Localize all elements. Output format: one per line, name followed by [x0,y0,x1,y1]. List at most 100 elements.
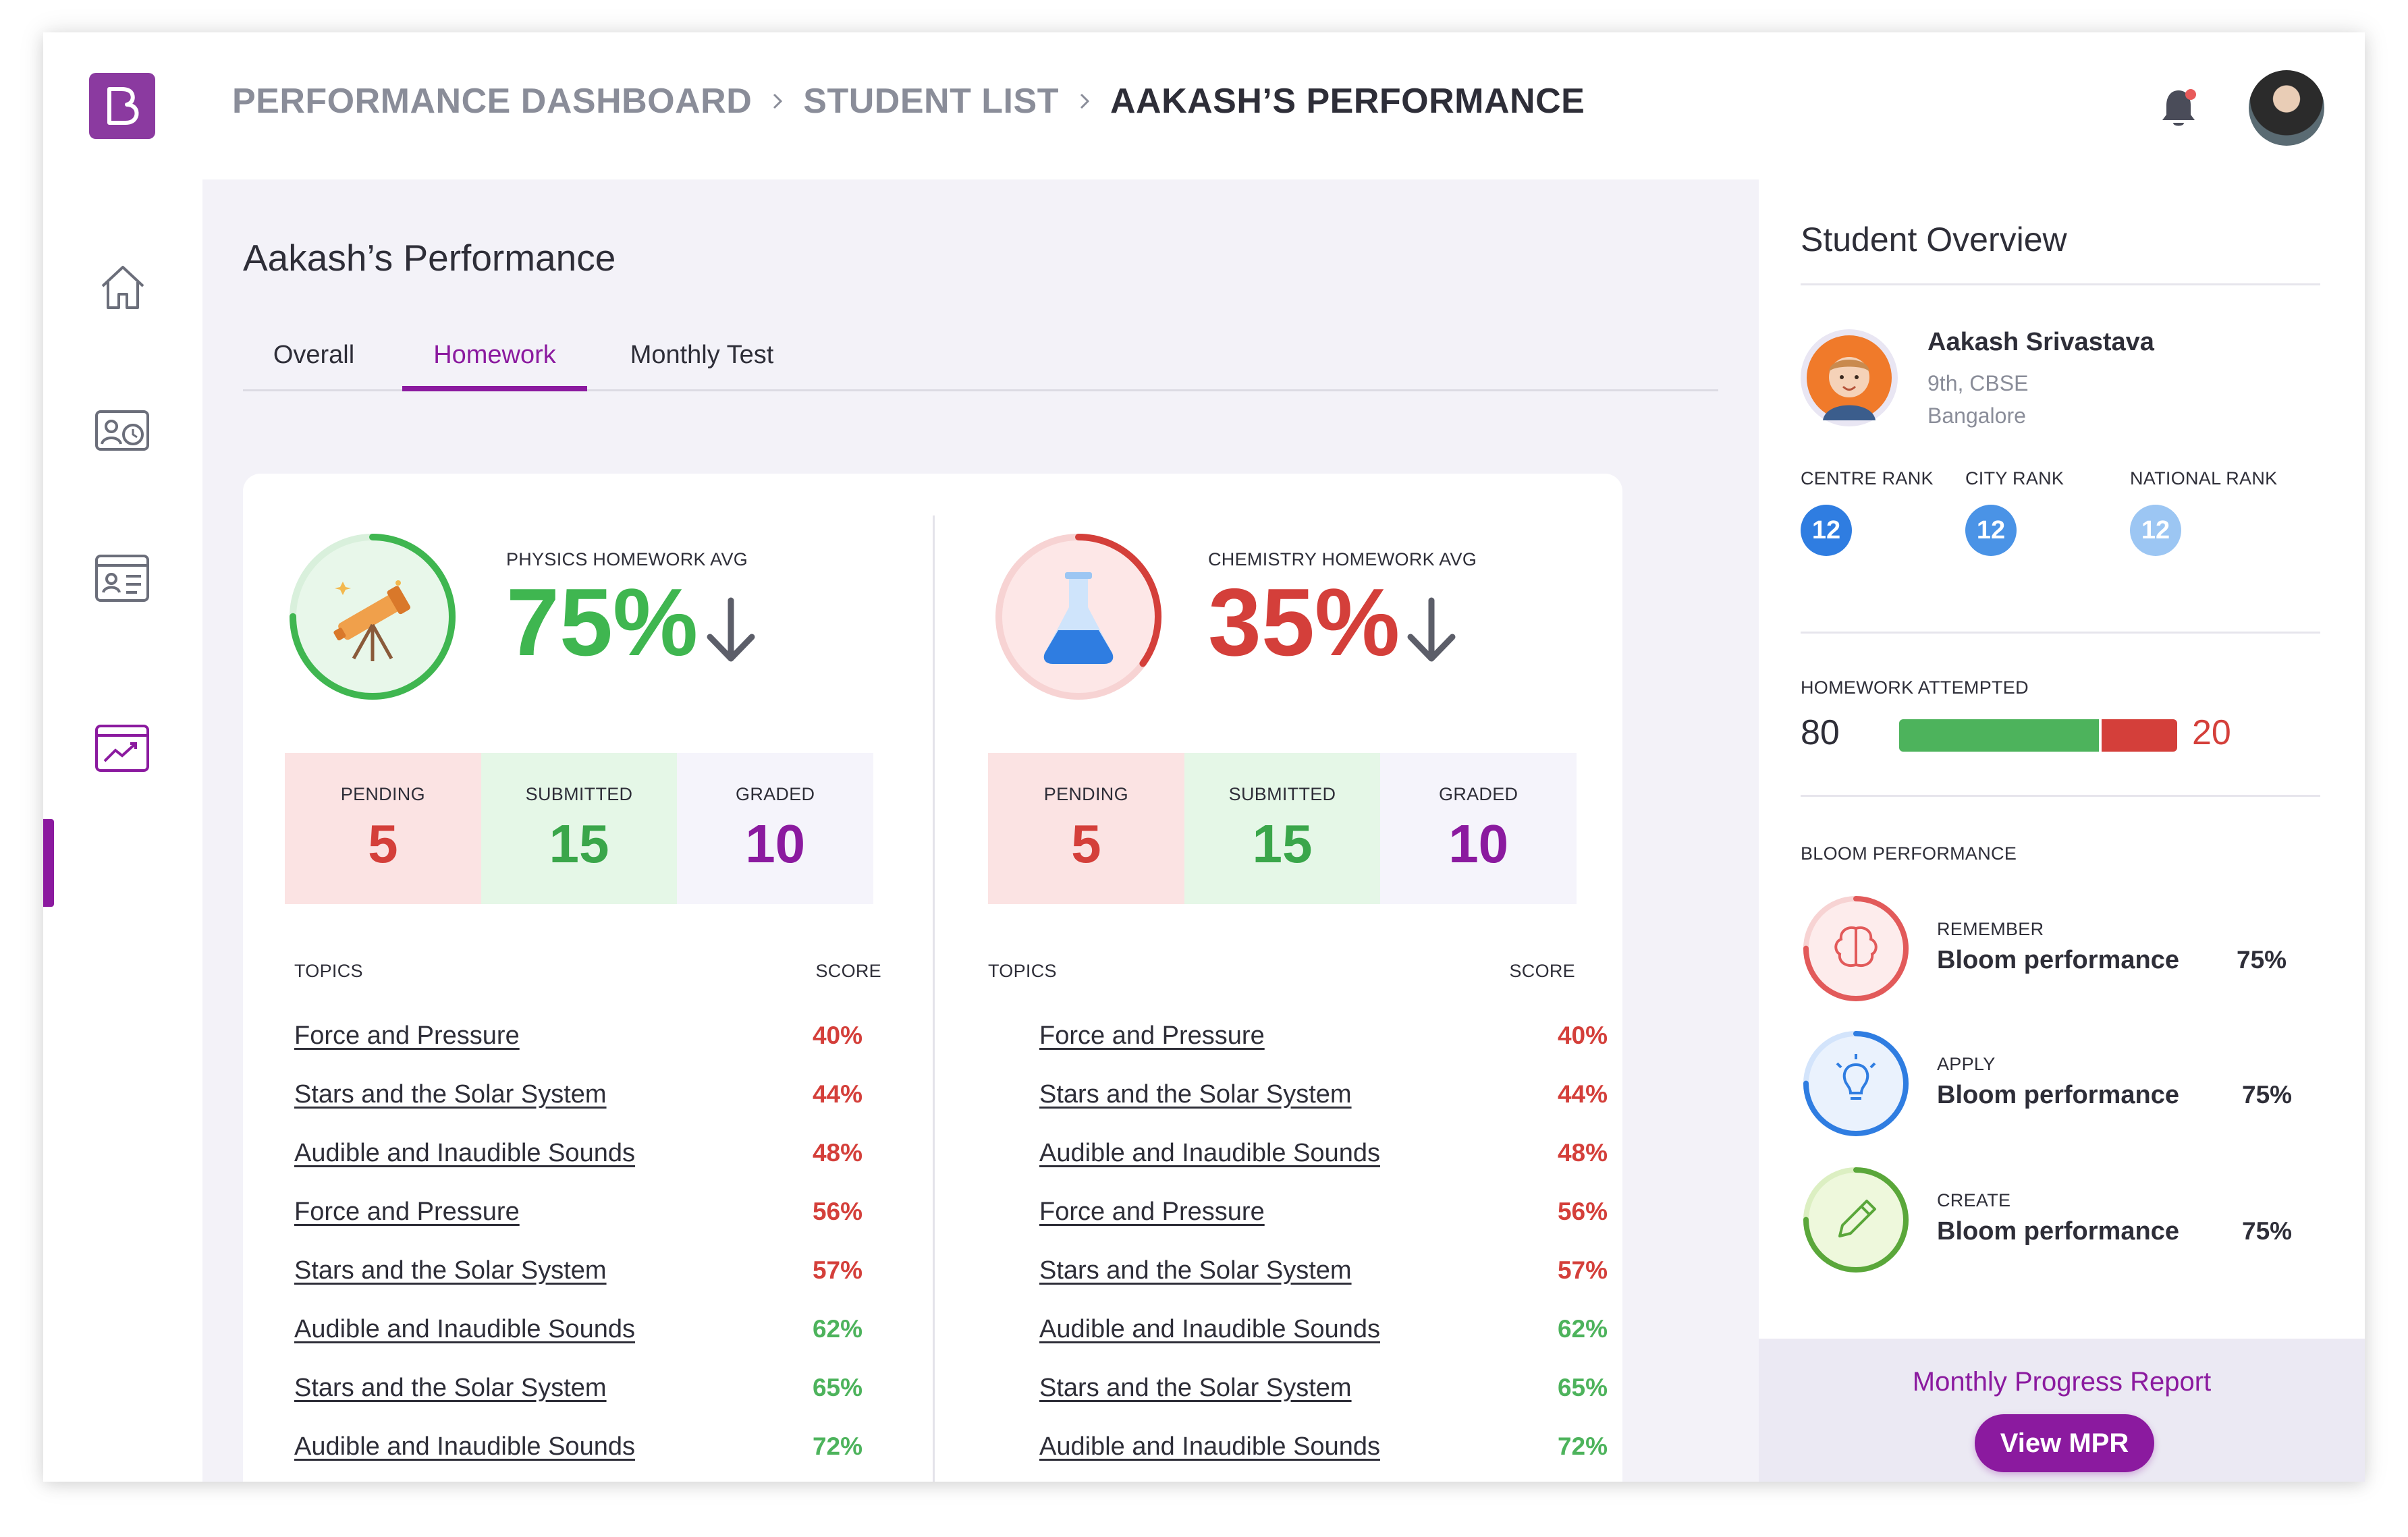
topics-column-header: TOPICS [294,961,363,981]
topic-link[interactable]: Stars and the Solar System [1039,1374,1352,1403]
bloom-create: CREATE Bloom performance 75% [1801,1165,2327,1279]
stat-value: 15 [1252,814,1313,874]
view-mpr-button[interactable]: View MPR [1975,1414,2154,1472]
topic-row: Audible and Inaudible Sounds 48% [294,1139,875,1179]
stat-label: GRADED [1439,784,1518,804]
arrow-down-icon [1401,594,1462,668]
divider [1801,632,2320,634]
tab-monthly-test[interactable]: Monthly Test [603,333,800,391]
bloom-category: CREATE [1937,1190,2011,1210]
bloom-value: 75% [2242,1217,2293,1245]
stat-value: 15 [549,814,609,874]
topic-score: 48% [812,1139,863,1167]
topic-link[interactable]: Stars and the Solar System [1039,1080,1352,1109]
breadcrumb-current: AAKASH’S PERFORMANCE [1110,82,1585,121]
bloom-performance-label: BLOOM PERFORMANCE [1801,843,2017,864]
tab-bar: Overall Homework Monthly Test [243,333,1718,391]
national-rank-badge: 12 [2130,505,2181,556]
topic-row: Audible and Inaudible Sounds 62% [294,1315,875,1356]
bloom-category: APPLY [1937,1054,1996,1074]
topic-score: 57% [812,1256,863,1284]
stat-label: SUBMITTED [525,784,633,804]
topic-score: 57% [1557,1256,1608,1284]
telescope-icon [333,580,411,661]
topic-score: 56% [1557,1198,1608,1225]
top-bar: PERFORMANCE DASHBOARD STUDENT LIST AAKAS… [43,32,2365,179]
physics-progress-ring [285,529,460,704]
physics-section: PHYSICS HOMEWORK AVG 75% PENDING 5 SUBMI… [243,474,918,1482]
bloom-text: Bloom performance [1937,1217,2179,1246]
topic-link[interactable]: Force and Pressure [294,1198,520,1227]
student-name: Aakash Srivastava [1927,328,2154,356]
notification-bell-icon[interactable] [2154,84,2203,132]
topic-row: Stars and the Solar System 44% [1039,1080,1620,1121]
homework-attempted-count: 80 [1801,713,1840,752]
national-rank-label: NATIONAL RANK [2130,468,2278,488]
bloom-category: REMEMBER [1937,919,2044,939]
student-overview-panel: Student Overview Aakash Srivastava 9th, … [1759,179,2365,1482]
bloom-text: Bloom performance [1937,946,2179,974]
topic-link[interactable]: Audible and Inaudible Sounds [294,1139,635,1168]
topic-link[interactable]: Stars and the Solar System [1039,1256,1352,1285]
topic-link[interactable]: Audible and Inaudible Sounds [1039,1139,1380,1168]
chemistry-section: CHEMISTRY HOMEWORK AVG 35% PENDING 5 SUB… [931,474,1608,1482]
topic-link[interactable]: Stars and the Solar System [294,1080,607,1109]
app-logo[interactable] [89,73,155,139]
overview-title: Student Overview [1801,221,2067,258]
topic-link[interactable]: Audible and Inaudible Sounds [294,1432,635,1461]
topic-link[interactable]: Audible and Inaudible Sounds [1039,1315,1380,1344]
stat-label: GRADED [736,784,815,804]
chemistry-progress-ring [991,529,1166,704]
topic-link[interactable]: Force and Pressure [1039,1198,1265,1227]
breadcrumb: PERFORMANCE DASHBOARD STUDENT LIST AAKAS… [232,81,1585,121]
homework-not-attempted-count: 20 [2192,713,2231,752]
notification-dot [2185,89,2196,100]
nav-performance-icon[interactable] [89,714,157,781]
topic-row: Force and Pressure 40% [1039,1022,1620,1062]
topic-score: 65% [812,1374,863,1401]
bloom-text: Bloom performance [1937,1081,2179,1109]
topic-link[interactable]: Force and Pressure [294,1022,520,1051]
stat-label: PENDING [1043,784,1128,804]
pending-stat: PENDING 5 [988,753,1184,904]
tab-overall[interactable]: Overall [243,333,385,391]
main-panel: Aakash’s Performance Overall Homework Mo… [202,179,1759,1482]
physics-avg-label: PHYSICS HOMEWORK AVG [506,549,748,569]
topic-score: 44% [1557,1080,1608,1108]
score-column-header: SCORE [815,961,881,981]
topic-row: Force and Pressure 56% [1039,1198,1620,1238]
centre-rank-badge: 12 [1801,505,1852,556]
student-avatar-icon [1807,335,1892,420]
topic-link[interactable]: Stars and the Solar System [294,1256,607,1285]
nav-attendance-icon[interactable] [89,397,157,464]
breadcrumb-student-list[interactable]: STUDENT LIST [803,81,1059,121]
divider [1801,283,2320,285]
stat-value: 5 [1071,814,1101,874]
topic-link[interactable]: Stars and the Solar System [294,1374,607,1403]
stat-value: 10 [745,814,806,874]
topic-score: 48% [1557,1139,1608,1167]
topic-link[interactable]: Audible and Inaudible Sounds [1039,1432,1380,1461]
bloom-value: 75% [2237,946,2287,974]
user-avatar[interactable] [2249,70,2324,146]
topic-score: 40% [1557,1022,1608,1049]
topics-header: TOPICS SCORE [294,961,881,982]
topic-link[interactable]: Audible and Inaudible Sounds [294,1315,635,1344]
chevron-right-icon [771,91,784,111]
topics-column-header: TOPICS [988,961,1057,981]
tab-homework[interactable]: Homework [402,333,587,391]
topic-score: 56% [812,1198,863,1225]
stat-value: 10 [1448,814,1509,874]
student-grade: 9th, CBSE [1927,371,2029,395]
topic-row: Audible and Inaudible Sounds 62% [1039,1315,1620,1356]
nav-home-icon[interactable] [89,254,157,321]
bloom-apply: APPLY Bloom performance 75% [1801,1028,2327,1143]
breadcrumb-dashboard[interactable]: PERFORMANCE DASHBOARD [232,81,752,121]
nav-id-card-icon[interactable] [89,544,157,611]
mpr-title: Monthly Progress Report [1912,1367,2212,1397]
physics-stats: PENDING 5 SUBMITTED 15 GRADED 10 [285,753,874,904]
stat-label: PENDING [340,784,425,804]
physics-avg-value: 75% [506,569,699,676]
pencil-icon [1803,1167,1909,1273]
topic-link[interactable]: Force and Pressure [1039,1022,1265,1051]
